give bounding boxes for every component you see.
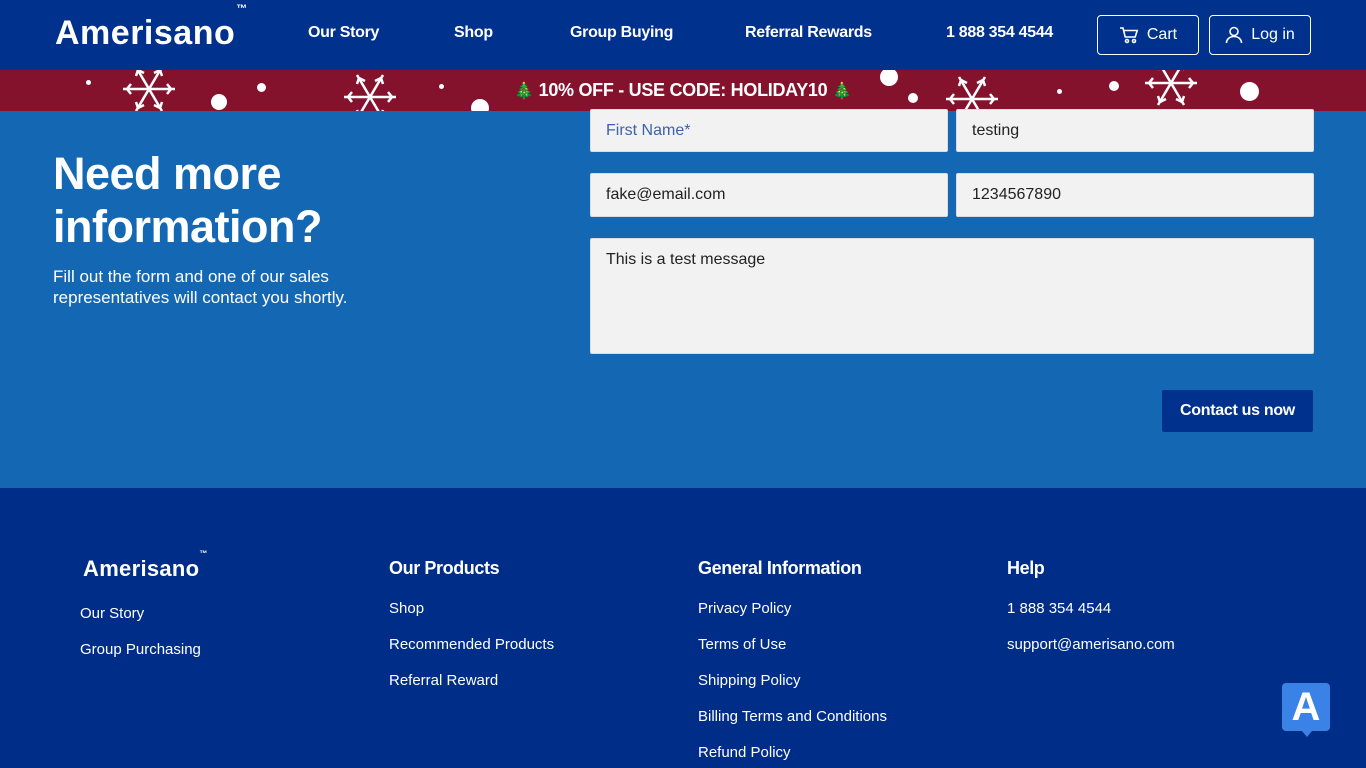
contact-section: Need more information? Fill out the form… [0,109,1366,488]
last-name-field[interactable]: testing [956,109,1314,152]
footer-logo-text: Amerisano [83,556,200,581]
footer-link-referral-reward[interactable]: Referral Reward [389,672,498,689]
message-textarea[interactable]: This is a test message [590,238,1314,354]
promo-text: 🎄 10% OFF - USE CODE: HOLIDAY10 🎄 [0,70,1366,111]
logo-trademark: ™ [236,2,248,15]
chat-widget-button[interactable]: A [1282,683,1330,737]
footer-heading-help: Help [1007,558,1045,578]
footer-link-terms-of-use[interactable]: Terms of Use [698,636,786,653]
footer-link-refund-policy[interactable]: Refund Policy [698,744,791,761]
chat-widget-icon: A [1291,684,1321,729]
nav-our-story[interactable]: Our Story [308,24,379,42]
contact-subtitle: Fill out the form and one of our sales r… [53,267,348,307]
site-header: Amerisano™ Our Story Shop Group Buying R… [0,0,1366,70]
contact-submit-button[interactable]: Contact us now [1162,390,1313,432]
cart-label: Cart [1146,26,1178,43]
footer-link-shipping-policy[interactable]: Shipping Policy [698,672,801,689]
cart-icon [1119,26,1139,44]
phone-field[interactable]: 1234567890 [956,173,1314,217]
footer-link-shop[interactable]: Shop [389,600,424,617]
christmas-tree-icon: 🎄 [514,83,534,100]
footer-link-billing-terms[interactable]: Billing Terms and Conditions [698,708,887,725]
footer-link-phone[interactable]: 1 888 354 4544 [1007,600,1111,617]
footer-link-group-purchasing[interactable]: Group Purchasing [80,641,201,658]
footer-link-support-email[interactable]: support@amerisano.com [1007,636,1175,653]
user-icon [1225,26,1243,44]
nav-shop[interactable]: Shop [454,24,493,42]
login-button[interactable]: Log in [1209,15,1311,55]
header-phone-link[interactable]: 1 888 354 4544 [946,24,1053,42]
christmas-tree-icon: 🎄 [832,83,852,100]
logo-text: Amerisano [55,14,236,52]
promo-banner: 🎄 10% OFF - USE CODE: HOLIDAY10 🎄 [0,70,1366,111]
nav-referral-rewards[interactable]: Referral Rewards [745,24,872,42]
nav-group-buying[interactable]: Group Buying [570,24,673,42]
promo-message: 10% OFF - USE CODE: HOLIDAY10 [538,80,828,100]
footer-heading-general-info: General Information [698,558,862,578]
email-field[interactable]: fake@email.com [590,173,948,217]
cart-button[interactable]: Cart [1097,15,1199,55]
footer-link-privacy-policy[interactable]: Privacy Policy [698,600,791,617]
first-name-field[interactable]: First Name* [590,109,948,152]
footer-link-our-story[interactable]: Our Story [80,605,144,622]
site-footer: Amerisano™ Our Story Group Purchasing Ou… [0,488,1366,768]
login-label: Log in [1251,26,1295,43]
footer-heading-products: Our Products [389,558,500,578]
footer-logo-trademark: ™ [199,548,208,558]
footer-logo[interactable]: Amerisano™ [83,549,208,582]
footer-link-recommended-products[interactable]: Recommended Products [389,636,554,653]
site-logo[interactable]: Amerisano™ [55,3,248,53]
contact-title: Need more information? [53,148,322,252]
